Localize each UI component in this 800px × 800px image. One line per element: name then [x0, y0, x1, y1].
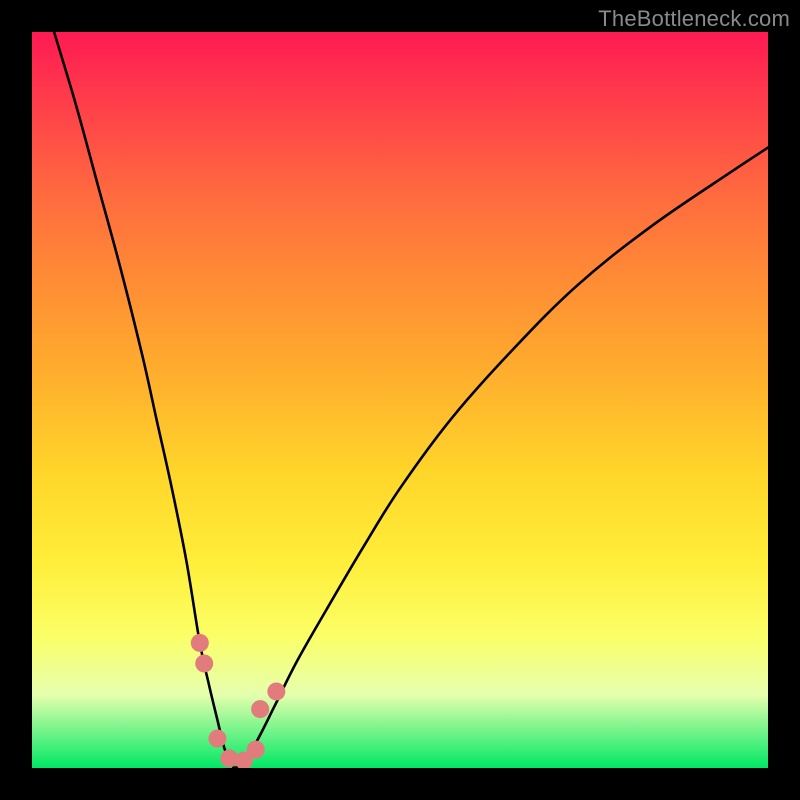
- marker-dot: [247, 741, 265, 759]
- plot-area: [32, 32, 768, 768]
- marker-dot: [267, 682, 285, 700]
- bottleneck-curve: [54, 32, 768, 768]
- chart-frame: TheBottleneck.com: [0, 0, 800, 800]
- marker-dot: [251, 700, 269, 718]
- curve-svg: [32, 32, 768, 768]
- watermark-text: TheBottleneck.com: [598, 6, 790, 32]
- marker-dot: [195, 654, 213, 672]
- marker-dot: [208, 730, 226, 748]
- near-optimum-dots: [191, 634, 286, 768]
- marker-dot: [191, 634, 209, 652]
